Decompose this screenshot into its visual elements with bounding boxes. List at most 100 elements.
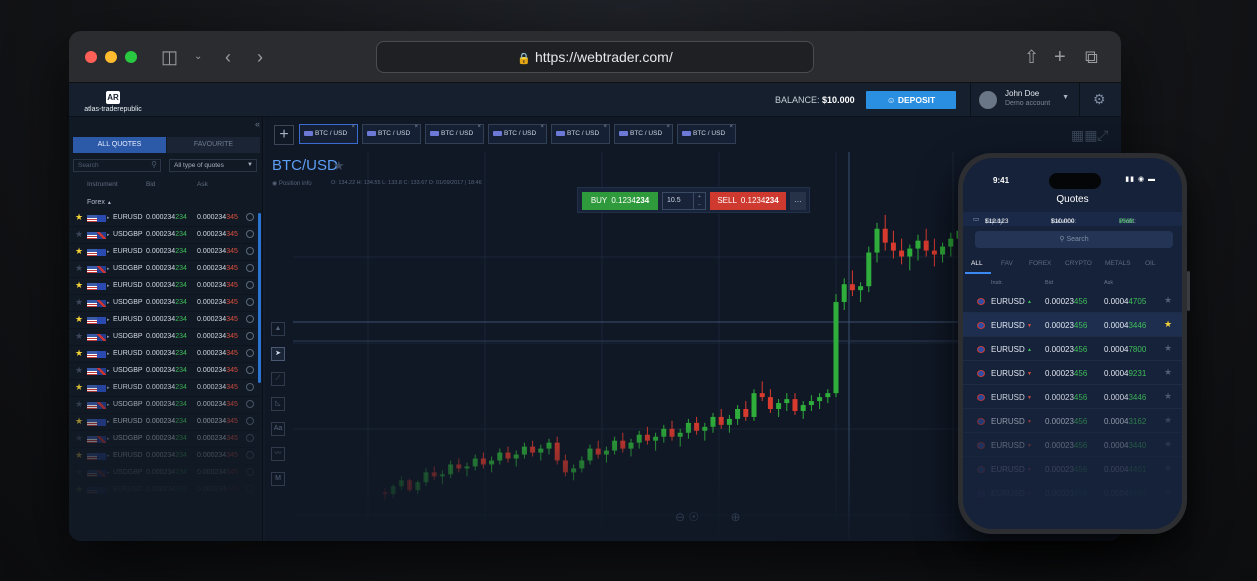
quote-row[interactable]: ★ ▸ USDGBP 0.000234234 0.000234345 [69, 363, 259, 380]
mountain-chart-icon[interactable]: ▲ [271, 322, 285, 336]
trend-line-icon[interactable]: ⟋ [271, 372, 285, 386]
sidebar-toggle-icon[interactable]: ◫ [161, 45, 178, 69]
chart-tab[interactable]: BTC / USD × [425, 124, 484, 144]
info-icon[interactable] [246, 400, 254, 408]
measure-icon[interactable]: M [271, 472, 285, 486]
quote-row[interactable]: ★ ▸ EURUSD 0.000234234 0.000234345 [69, 448, 259, 465]
sell-button[interactable]: SELL 0.1234234 [710, 192, 786, 210]
chart-tab[interactable]: BTC / USD × [677, 124, 736, 144]
phone-tab-oil[interactable]: OIL [1145, 260, 1155, 267]
info-icon[interactable] [246, 468, 254, 476]
chevron-down-icon[interactable]: ⌄ [194, 45, 202, 69]
quote-row[interactable]: ★ ▸ USDGBP 0.000234234 0.000234345 [69, 295, 259, 312]
new-tab-icon[interactable]: + [1054, 45, 1066, 69]
address-bar[interactable]: 🔒 https://webtrader.com/ [376, 41, 814, 73]
reset-icon[interactable]: ☉ [688, 510, 699, 524]
deposit-button[interactable]: ☺ DEPOSIT [866, 91, 956, 109]
collapse-sidebar-icon[interactable]: « [255, 119, 260, 129]
tabs-overview-icon[interactable]: ⧉ [1085, 45, 1098, 69]
close-icon[interactable]: × [477, 118, 481, 136]
star-icon[interactable]: ★ [75, 331, 83, 342]
info-icon[interactable] [246, 298, 254, 306]
info-icon[interactable] [246, 383, 254, 391]
plus-icon[interactable]: ⊕ [731, 510, 741, 524]
phone-tab-metals[interactable]: METALS [1105, 260, 1131, 267]
add-chart-button[interactable]: + [274, 125, 294, 145]
phone-quote-row[interactable]: EURUSD ▲ 0.00023456 0.00047800 ★ [963, 337, 1182, 361]
back-arrow-icon[interactable]: ‹ [225, 45, 231, 69]
star-icon[interactable]: ★ [75, 450, 83, 461]
gear-icon[interactable]: ⚙ [1093, 91, 1106, 108]
star-icon[interactable]: ★ [75, 433, 83, 444]
tab-all-quotes[interactable]: ALL QUOTES [73, 137, 166, 153]
tab-favourite[interactable]: FAVOURITE [167, 137, 260, 153]
share-icon[interactable]: ⇧ [1024, 45, 1039, 69]
fib-icon[interactable]: ◺ [271, 397, 285, 411]
info-icon[interactable] [246, 264, 254, 272]
brand-logo[interactable]: AR atlas-traderepublic [73, 87, 153, 113]
star-icon[interactable]: ★ [75, 348, 83, 359]
phone-tab-all[interactable]: ALL [971, 260, 983, 267]
quote-row[interactable]: ★ ▸ EURUSD 0.000234234 0.000234345 [69, 210, 259, 227]
user-menu[interactable]: John Doe Demo account ▼ [970, 83, 1080, 117]
buy-button[interactable]: BUY 0.1234234 [582, 192, 658, 210]
phone-tab-fav[interactable]: FAV [1001, 260, 1013, 267]
maximize-window-button[interactable] [125, 51, 137, 63]
star-icon[interactable]: ★ [75, 484, 83, 495]
star-icon[interactable]: ★ [75, 416, 83, 427]
favorite-star-icon[interactable]: ★ [333, 158, 345, 174]
star-icon[interactable]: ★ [75, 467, 83, 478]
chart-tab[interactable]: BTC / USD × [614, 124, 673, 144]
info-icon[interactable] [246, 417, 254, 425]
minus-icon[interactable]: ⊖ [675, 510, 685, 524]
star-icon[interactable]: ★ [75, 399, 83, 410]
quote-row[interactable]: ★ ▸ EURUSD 0.000234234 0.000234345 [69, 414, 259, 431]
quote-row[interactable]: ★ ▸ USDGBP 0.000234234 0.000234345 [69, 397, 259, 414]
close-icon[interactable]: × [666, 118, 670, 136]
quote-row[interactable]: ★ ▸ EURUSD 0.000234234 0.000234345 [69, 244, 259, 261]
quote-row[interactable]: ★ ▸ USDGBP 0.000234234 0.000234345 [69, 431, 259, 448]
chart-tab[interactable]: BTC / USD × [551, 124, 610, 144]
star-icon[interactable]: ★ [75, 229, 83, 240]
close-window-button[interactable] [85, 51, 97, 63]
phone-tab-crypto[interactable]: CRYPTO [1065, 260, 1092, 267]
minimize-window-button[interactable] [105, 51, 117, 63]
star-icon[interactable]: ★ [75, 212, 83, 223]
info-icon[interactable] [246, 315, 254, 323]
info-icon[interactable] [246, 451, 254, 459]
star-icon[interactable]: ★ [75, 280, 83, 291]
close-icon[interactable]: × [414, 118, 418, 136]
phone-search-input[interactable]: ⚲ Search [975, 231, 1173, 248]
chart-tab[interactable]: BTC / USD × [488, 124, 547, 144]
text-icon[interactable]: Aa [271, 422, 285, 436]
stepper-arrows-icon[interactable]: + − [693, 193, 705, 209]
chart-tab[interactable]: BTC / USD × [362, 124, 421, 144]
star-icon[interactable]: ★ [75, 314, 83, 325]
quote-row[interactable]: ★ ▸ EURUSD 0.000234234 0.000234345 [69, 482, 259, 499]
close-icon[interactable]: × [351, 118, 355, 136]
close-icon[interactable]: × [603, 118, 607, 136]
star-icon[interactable]: ★ [1164, 319, 1172, 330]
forward-arrow-icon[interactable]: › [257, 45, 263, 69]
info-icon[interactable] [246, 366, 254, 374]
cursor-icon[interactable]: ➤ [271, 347, 285, 361]
close-icon[interactable]: × [540, 118, 544, 136]
star-icon[interactable]: ★ [75, 297, 83, 308]
quote-row[interactable]: ★ ▸ USDGBP 0.000234234 0.000234345 [69, 329, 259, 346]
star-icon[interactable]: ★ [1164, 295, 1172, 306]
chart-tab[interactable]: BTC / USD × [299, 124, 358, 144]
phone-quote-row[interactable]: EURUSD▼ 0.00023456 0.00043446 ★ [963, 313, 1182, 337]
scrollbar[interactable] [258, 213, 261, 383]
fullscreen-icon[interactable]: ⤢ [1097, 127, 1108, 144]
quote-type-select[interactable]: All type of quotes ▼ [169, 159, 257, 172]
quote-row[interactable]: ★ ▸ USDGBP 0.000234234 0.000234345 [69, 261, 259, 278]
star-icon[interactable]: ★ [75, 263, 83, 274]
quote-row[interactable]: ★ ▸ USDGBP 0.000234234 0.000234345 [69, 465, 259, 482]
layout-grid-icon[interactable]: ▦▦ [1071, 127, 1097, 144]
quote-row[interactable]: ★ ▸ EURUSD 0.000234234 0.000234345 [69, 346, 259, 363]
star-icon[interactable]: ★ [1164, 343, 1172, 354]
phone-tab-forex[interactable]: FOREX [1029, 260, 1051, 267]
info-icon[interactable] [246, 485, 254, 493]
position-info[interactable]: ◉ Position info [272, 180, 312, 187]
info-icon[interactable] [246, 434, 254, 442]
